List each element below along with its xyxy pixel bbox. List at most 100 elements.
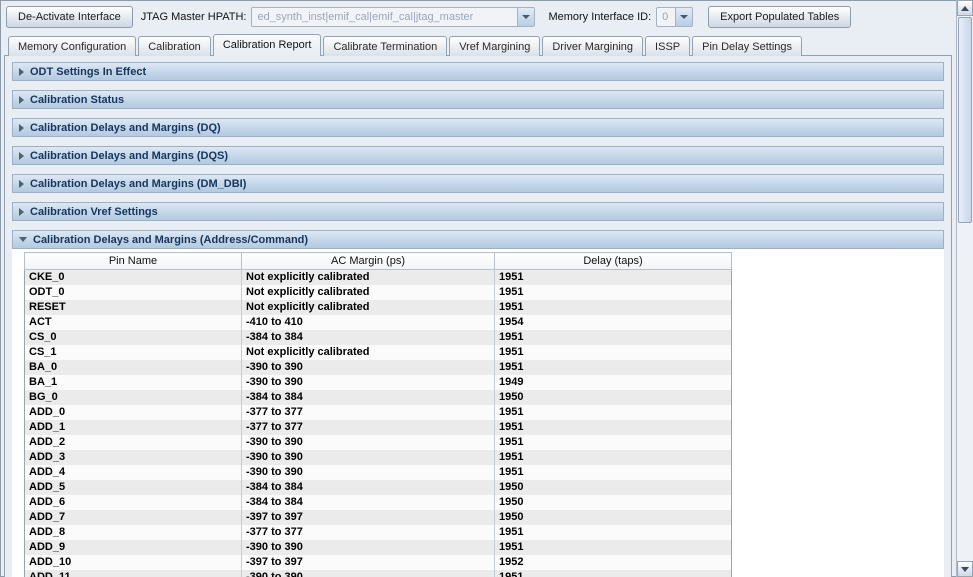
ac-margins-table: Pin Name AC Margin (ps) Delay (taps) CKE… xyxy=(24,252,732,577)
pin-name-cell: ADD_6 xyxy=(25,495,242,510)
table-row[interactable]: BA_1-390 to 3901949 xyxy=(25,375,732,390)
section-header-calibration-status[interactable]: Calibration Status xyxy=(12,90,944,109)
col-header-delay[interactable]: Delay (taps) xyxy=(495,253,732,270)
table-row[interactable]: ADD_4-390 to 3901951 xyxy=(25,465,732,480)
export-populated-tables-button[interactable]: Export Populated Tables xyxy=(708,6,851,28)
table-body: CKE_0Not explicitly calibrated1951ODT_0N… xyxy=(25,270,732,577)
ac-margin-cell: -377 to 377 xyxy=(242,405,495,420)
section-header-calibration-vref-settings[interactable]: Calibration Vref Settings xyxy=(12,202,944,221)
pin-name-cell: RESET xyxy=(25,300,242,315)
delay-cell: 1952 xyxy=(495,555,732,570)
pin-name-cell: BA_1 xyxy=(25,375,242,390)
ac-margin-cell: -390 to 390 xyxy=(242,375,495,390)
delay-cell: 1951 xyxy=(495,345,732,360)
pin-name-cell: BA_0 xyxy=(25,360,242,375)
table-row[interactable]: ADD_8-377 to 3771951 xyxy=(25,525,732,540)
table-row[interactable]: BA_0-390 to 3901951 xyxy=(25,360,732,375)
section-title: Calibration Delays and Margins (DM_DBI) xyxy=(30,178,246,190)
delay-cell: 1951 xyxy=(495,405,732,420)
jtag-hpath-combobox[interactable]: ed_synth_inst|emif_cal|emif_cal|jtag_mas… xyxy=(251,7,535,27)
chevron-down-icon xyxy=(680,15,688,19)
ac-margin-cell: -390 to 390 xyxy=(242,465,495,480)
section-header-calibration-delays-and-margins-address-command[interactable]: Calibration Delays and Margins (Address/… xyxy=(12,230,944,249)
memory-interface-id-value: 0 xyxy=(657,8,675,26)
tab-issp[interactable]: ISSP xyxy=(645,36,690,56)
tab-calibration-report[interactable]: Calibration Report xyxy=(213,34,322,56)
table-row[interactable]: ADD_10-397 to 3971952 xyxy=(25,555,732,570)
col-header-pin-name[interactable]: Pin Name xyxy=(25,253,242,270)
tab-driver-margining[interactable]: Driver Margining xyxy=(542,36,643,56)
section-title: Calibration Vref Settings xyxy=(30,206,158,218)
table-row[interactable]: BG_0-384 to 3841950 xyxy=(25,390,732,405)
memory-interface-id-combobox[interactable]: 0 xyxy=(656,7,693,27)
scrollbar-track[interactable] xyxy=(957,16,973,561)
jtag-hpath-value: ed_synth_inst|emif_cal|emif_cal|jtag_mas… xyxy=(252,8,517,26)
table-row[interactable]: ADD_7-397 to 3971950 xyxy=(25,510,732,525)
ac-margin-cell: -390 to 390 xyxy=(242,540,495,555)
section-header-calibration-delays-and-margins-dq[interactable]: Calibration Delays and Margins (DQ) xyxy=(12,118,944,137)
tab-vref-margining[interactable]: Vref Margining xyxy=(449,36,540,56)
table-row[interactable]: CKE_0Not explicitly calibrated1951 xyxy=(25,270,732,286)
table-row[interactable]: ADD_0-377 to 3771951 xyxy=(25,405,732,420)
section-header-odt-settings-in-effect[interactable]: ODT Settings In Effect xyxy=(12,62,944,81)
section-header-calibration-delays-and-margins-dqs[interactable]: Calibration Delays and Margins (DQS) xyxy=(12,146,944,165)
tab-pin-delay-settings[interactable]: Pin Delay Settings xyxy=(692,36,802,56)
pin-name-cell: ADD_11 xyxy=(25,570,242,577)
tab-label: Calibration Report xyxy=(223,39,312,51)
ac-margin-cell: -377 to 377 xyxy=(242,525,495,540)
delay-cell: 1951 xyxy=(495,570,732,577)
table-row[interactable]: CS_1Not explicitly calibrated1951 xyxy=(25,345,732,360)
address-command-table-container: Pin Name AC Margin (ps) Delay (taps) CKE… xyxy=(12,249,944,577)
table-row[interactable]: ADD_1-377 to 3771951 xyxy=(25,420,732,435)
pin-name-cell: ADD_8 xyxy=(25,525,242,540)
table-row[interactable]: ADD_2-390 to 3901951 xyxy=(25,435,732,450)
section-title: Calibration Status xyxy=(30,94,124,106)
scroll-up-icon xyxy=(961,6,969,11)
scroll-down-button[interactable] xyxy=(957,561,973,577)
expand-triangle-icon xyxy=(19,124,24,132)
col-header-ac-margin[interactable]: AC Margin (ps) xyxy=(242,253,495,270)
pin-name-cell: ADD_5 xyxy=(25,480,242,495)
table-row[interactable]: ADD_11-390 to 3901951 xyxy=(25,570,732,577)
tab-memory-configuration[interactable]: Memory Configuration xyxy=(8,36,136,56)
pin-name-cell: ADD_3 xyxy=(25,450,242,465)
ac-margin-cell: Not explicitly calibrated xyxy=(242,270,495,286)
table-row[interactable]: ADD_3-390 to 3901951 xyxy=(25,450,732,465)
table-row[interactable]: ADD_6-384 to 3841950 xyxy=(25,495,732,510)
tab-label: Vref Margining xyxy=(459,41,530,53)
tab-calibrate-termination[interactable]: Calibrate Termination xyxy=(323,36,447,56)
ac-margin-cell: -397 to 397 xyxy=(242,510,495,525)
deactivate-interface-button[interactable]: De-Activate Interface xyxy=(6,6,133,28)
calibration-report-panel: ODT Settings In Effect Calibration Status… xyxy=(4,55,952,577)
vertical-scrollbar[interactable] xyxy=(956,0,973,577)
ac-margin-cell: -384 to 384 xyxy=(242,330,495,345)
table-row[interactable]: ODT_0Not explicitly calibrated1951 xyxy=(25,285,732,300)
table-row[interactable]: CS_0-384 to 3841951 xyxy=(25,330,732,345)
section-title: ODT Settings In Effect xyxy=(30,66,146,78)
ac-margin-cell: -390 to 390 xyxy=(242,360,495,375)
tab-bar: Memory Configuration Calibration Calibrati… xyxy=(4,33,952,56)
pin-name-cell: BG_0 xyxy=(25,390,242,405)
delay-cell: 1949 xyxy=(495,375,732,390)
pin-name-cell: ADD_2 xyxy=(25,435,242,450)
pin-name-cell: ACT xyxy=(25,315,242,330)
table-row[interactable]: ADD_5-384 to 3841950 xyxy=(25,480,732,495)
table-row[interactable]: ACT-410 to 4101954 xyxy=(25,315,732,330)
expand-triangle-icon xyxy=(19,68,24,76)
scroll-up-button[interactable] xyxy=(957,0,973,16)
pin-name-cell: ADD_7 xyxy=(25,510,242,525)
memory-id-dropdown-button[interactable] xyxy=(675,8,692,26)
section-header-calibration-delays-and-margins-dm-dbi[interactable]: Calibration Delays and Margins (DM_DBI) xyxy=(12,174,944,193)
expand-triangle-icon xyxy=(19,208,24,216)
tab-label: Memory Configuration xyxy=(18,41,126,53)
pin-name-cell: CS_0 xyxy=(25,330,242,345)
delay-cell: 1950 xyxy=(495,495,732,510)
jtag-dropdown-button[interactable] xyxy=(517,8,534,26)
memory-interface-id-label: Memory Interface ID: xyxy=(548,11,651,23)
scrollbar-thumb[interactable] xyxy=(958,17,972,223)
tab-calibration[interactable]: Calibration xyxy=(138,36,211,56)
table-row[interactable]: RESETNot explicitly calibrated1951 xyxy=(25,300,732,315)
ac-margin-cell: -384 to 384 xyxy=(242,390,495,405)
table-row[interactable]: ADD_9-390 to 3901951 xyxy=(25,540,732,555)
expand-triangle-icon xyxy=(19,96,24,104)
